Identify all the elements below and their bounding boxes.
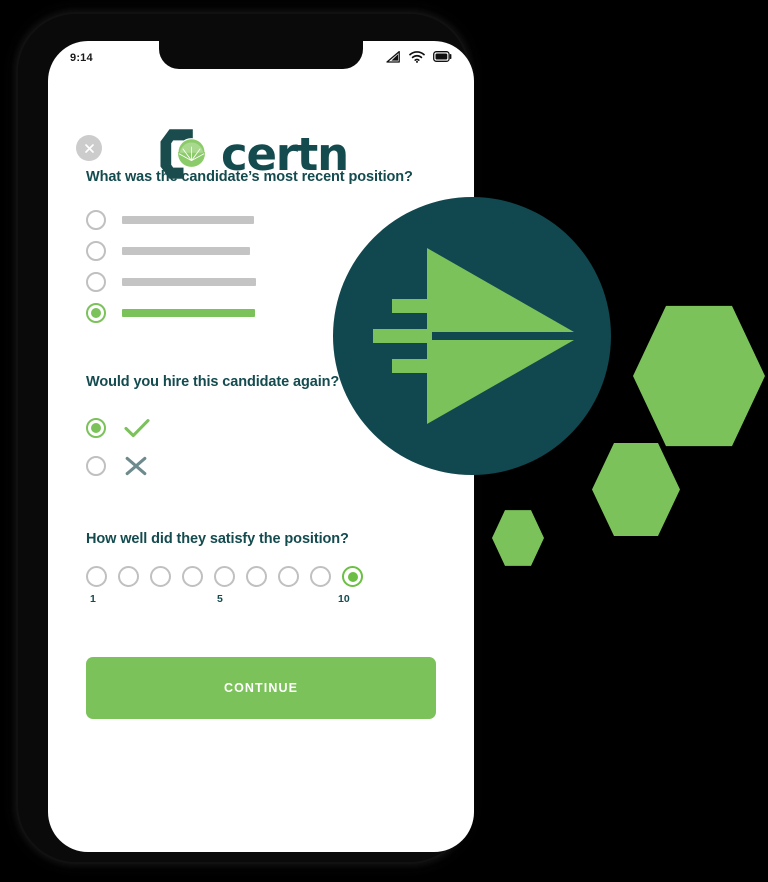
check-icon bbox=[124, 419, 150, 438]
option-placeholder-bar-selected bbox=[122, 308, 255, 317]
question-title: How well did they satisfy the position? bbox=[86, 531, 349, 548]
screenshot-stage: 9:14 certn What was the candidate’s most… bbox=[0, 0, 768, 882]
scale-dot[interactable] bbox=[86, 566, 107, 588]
hexagon-large bbox=[633, 305, 765, 447]
rating-scale bbox=[86, 566, 436, 588]
scale-dot[interactable] bbox=[214, 566, 235, 588]
footer-actions: CONTINUE bbox=[48, 657, 474, 720]
question-satisfy-position: How well did they satisfy the position? bbox=[48, 529, 474, 609]
radio-button[interactable] bbox=[86, 271, 106, 292]
paper-plane-send-icon bbox=[372, 248, 574, 424]
certn-wordmark: certn bbox=[221, 127, 349, 181]
answer-row-no[interactable] bbox=[86, 447, 436, 485]
scale-dot[interactable] bbox=[182, 566, 203, 588]
scale-label-min: 1 bbox=[90, 593, 96, 606]
hexagon-small bbox=[492, 510, 544, 566]
option-placeholder-bar bbox=[122, 277, 256, 286]
radio-button[interactable] bbox=[86, 456, 106, 477]
radio-button-selected[interactable] bbox=[86, 418, 106, 439]
scale-dot-selected[interactable] bbox=[342, 566, 363, 588]
continue-button[interactable]: CONTINUE bbox=[86, 657, 436, 720]
status-bar-icons bbox=[386, 50, 452, 66]
option-placeholder-bar bbox=[122, 246, 250, 255]
status-bar-time: 9:14 bbox=[70, 52, 93, 64]
cross-icon bbox=[125, 456, 147, 476]
wifi-icon bbox=[409, 50, 425, 66]
send-badge bbox=[333, 197, 611, 475]
scale-dot[interactable] bbox=[150, 566, 171, 588]
close-icon bbox=[84, 143, 94, 153]
scale-dot[interactable] bbox=[310, 566, 331, 588]
app-header: certn bbox=[48, 75, 474, 179]
cellular-signal-icon bbox=[386, 50, 401, 66]
scale-label-max: 10 bbox=[338, 593, 350, 606]
hexagon-medium bbox=[592, 442, 680, 537]
scale-dot[interactable] bbox=[278, 566, 299, 588]
scale-label-mid: 5 bbox=[217, 593, 223, 606]
radio-button[interactable] bbox=[86, 240, 106, 261]
close-button[interactable] bbox=[76, 135, 102, 161]
rating-scale-labels: 1 5 10 bbox=[86, 593, 363, 609]
scale-dot[interactable] bbox=[118, 566, 139, 588]
battery-icon bbox=[433, 51, 452, 65]
certn-lime-logo-icon bbox=[160, 129, 206, 179]
certn-logo: certn bbox=[158, 127, 349, 181]
option-placeholder-bar bbox=[122, 215, 254, 224]
radio-button-selected[interactable] bbox=[86, 302, 106, 323]
radio-button[interactable] bbox=[86, 209, 106, 230]
scale-dot[interactable] bbox=[246, 566, 267, 588]
status-bar: 9:14 bbox=[48, 41, 474, 75]
